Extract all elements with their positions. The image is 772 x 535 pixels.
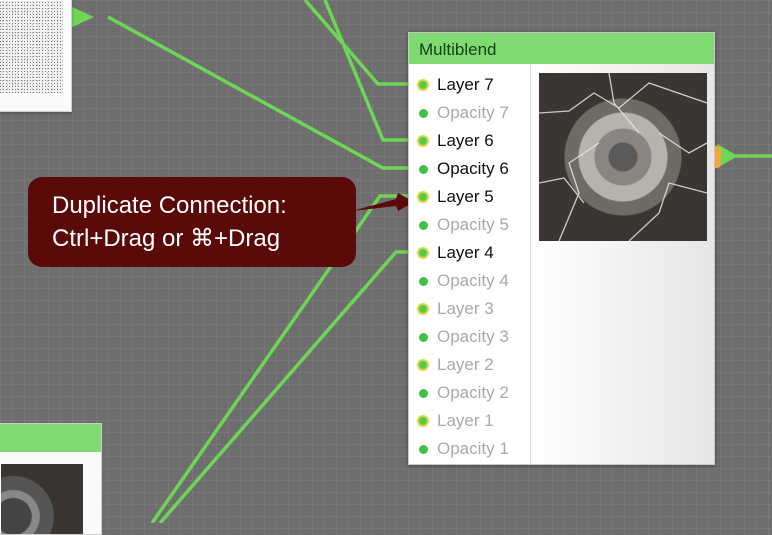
wire-layer6 — [323, 0, 416, 142]
tooltip-line-2: Ctrl+Drag or ⌘+Drag — [52, 225, 281, 252]
node-title: Multiblend — [409, 33, 714, 64]
noise-thumbnail — [0, 1, 63, 93]
multiblend-node[interactable]: Multiblend Layer 7 Opacity 7 Layer 6 Opa… — [408, 32, 715, 465]
port-opacity-6[interactable]: Opacity 6 — [409, 155, 530, 183]
port-layer-6[interactable]: Layer 6 — [409, 127, 530, 155]
port-label: Opacity 5 — [437, 215, 509, 234]
port-label: Opacity 1 — [437, 439, 509, 458]
port-label: Layer 7 — [437, 75, 494, 94]
port-opacity-4[interactable]: Opacity 4 — [409, 267, 530, 295]
port-connector-icon[interactable] — [419, 389, 428, 398]
port-opacity-5[interactable]: Opacity 5 — [409, 211, 530, 239]
port-connector-icon[interactable] — [417, 135, 429, 147]
port-label: Layer 2 — [437, 355, 494, 374]
wire-layer4 — [158, 250, 416, 523]
port-layer-7[interactable]: Layer 7 — [409, 71, 530, 99]
wire-opacity6 — [107, 15, 416, 170]
port-connector-icon[interactable] — [419, 333, 428, 342]
port-connector-icon[interactable] — [417, 303, 429, 315]
node-divider — [530, 65, 531, 464]
port-connector-icon[interactable] — [419, 165, 428, 174]
port-label: Layer 4 — [437, 243, 494, 262]
port-connector-icon[interactable] — [419, 109, 428, 118]
port-label: Opacity 4 — [437, 271, 509, 290]
port-connector-icon[interactable] — [417, 191, 429, 203]
port-opacity-2[interactable]: Opacity 2 — [409, 379, 530, 407]
input-port-list: Layer 7 Opacity 7 Layer 6 Opacity 6 Laye… — [409, 71, 530, 463]
port-connector-icon[interactable] — [419, 277, 428, 286]
port-label: Layer 3 — [437, 299, 494, 318]
port-connector-icon[interactable] — [419, 221, 428, 230]
port-connector-icon[interactable] — [419, 445, 428, 454]
multiblend-preview-image — [539, 73, 707, 241]
cracked-texture-overlay — [539, 73, 707, 241]
port-opacity-3[interactable]: Opacity 3 — [409, 323, 530, 351]
output-arrow-tl — [70, 6, 94, 28]
port-label: Opacity 6 — [437, 159, 509, 178]
wire-layer7 — [303, 0, 416, 86]
port-label: Opacity 7 — [437, 103, 509, 122]
port-label: Layer 1 — [437, 411, 494, 430]
port-connector-icon[interactable] — [417, 359, 429, 371]
port-label: Layer 6 — [437, 131, 494, 150]
port-connector-icon[interactable] — [417, 415, 429, 427]
node-header — [0, 424, 101, 452]
port-opacity-1[interactable]: Opacity 1 — [409, 435, 530, 463]
port-label: Layer 5 — [437, 187, 494, 206]
port-layer-1[interactable]: Layer 1 — [409, 407, 530, 435]
port-layer-5[interactable]: Layer 5 — [409, 183, 530, 211]
image-thumbnail — [1, 464, 83, 534]
port-layer-3[interactable]: Layer 3 — [409, 295, 530, 323]
image-node-bottom-left[interactable] — [0, 423, 102, 535]
port-label: Opacity 3 — [437, 327, 509, 346]
port-connector-icon[interactable] — [417, 79, 429, 91]
port-connector-icon[interactable] — [417, 247, 429, 259]
port-layer-4[interactable]: Layer 4 — [409, 239, 530, 267]
output-port-handle[interactable] — [715, 146, 721, 168]
duplicate-connection-tooltip: Duplicate Connection: Ctrl+Drag or ⌘+Dra… — [28, 177, 356, 267]
tooltip-line-1: Duplicate Connection: — [52, 192, 287, 219]
noise-node[interactable] — [0, 0, 72, 112]
port-opacity-7[interactable]: Opacity 7 — [409, 99, 530, 127]
port-label: Opacity 2 — [437, 383, 509, 402]
port-layer-2[interactable]: Layer 2 — [409, 351, 530, 379]
